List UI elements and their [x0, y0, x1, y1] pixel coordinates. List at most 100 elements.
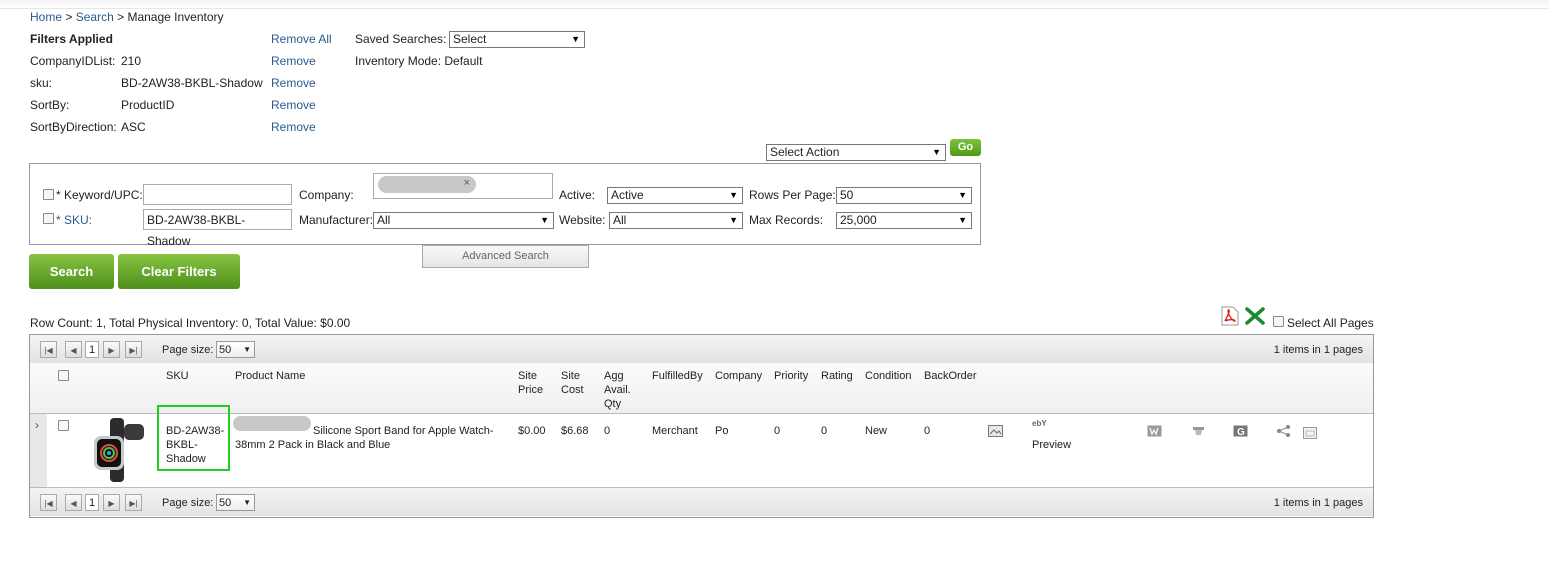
column-header-priority[interactable]: Priority	[774, 369, 808, 383]
select-all-checkbox[interactable]	[58, 370, 69, 381]
cart-icon[interactable]	[1191, 425, 1206, 437]
last-page-icon[interactable]: ▶|	[125, 341, 142, 358]
product-image[interactable]	[88, 418, 148, 482]
column-header-sku[interactable]: SKU	[166, 369, 189, 383]
remove-filter-link[interactable]: Remove	[271, 120, 316, 134]
column-header-site-price[interactable]: Site Price	[518, 369, 552, 397]
clear-filters-button[interactable]: Clear Filters	[118, 254, 240, 289]
ebay-icon[interactable]: ebY	[1032, 419, 1047, 428]
filter-label: SortByDirection:	[30, 120, 117, 134]
remove-all-link[interactable]: Remove All	[271, 32, 332, 46]
filter-value: ProductID	[121, 98, 175, 112]
company-multiselect[interactable]: ×	[373, 173, 553, 199]
share-icon[interactable]	[1276, 425, 1291, 437]
max-records-label: Max Records:	[749, 213, 824, 227]
saved-searches-label: Saved Searches:	[355, 32, 447, 46]
expand-row-icon[interactable]: ›	[35, 418, 39, 432]
manufacturer-value: All	[377, 213, 391, 227]
filters-title: Filters Applied	[30, 32, 113, 46]
select-all-pages-checkbox[interactable]	[1273, 316, 1284, 327]
website-select[interactable]: All ▼	[609, 212, 743, 229]
top-bar	[0, 0, 1549, 9]
breadcrumb-current: Manage Inventory	[127, 10, 224, 24]
excel-icon[interactable]	[1245, 306, 1265, 329]
column-header-fulfilled-by[interactable]: FulfilledBy	[652, 369, 703, 383]
breadcrumb-search[interactable]: Search	[76, 10, 114, 24]
advanced-search-button[interactable]: Advanced Search	[422, 245, 589, 268]
keyword-input[interactable]	[143, 184, 292, 205]
chevron-down-icon: ▼	[729, 190, 738, 200]
row-count-summary: Row Count: 1, Total Physical Inventory: …	[30, 316, 351, 330]
grid-header: SKU Product Name Site Price Site Cost Ag…	[30, 363, 1373, 414]
first-page-icon[interactable]: |◀	[40, 341, 57, 358]
column-header-company[interactable]: Company	[715, 369, 762, 383]
pager-info: 1 items in 1 pages	[1273, 497, 1363, 509]
max-records-select[interactable]: 25,000 ▼	[836, 212, 972, 229]
table-row: › BD-2AW38-BKBL-Shadow Silicone Sport Ba…	[30, 405, 1373, 488]
row-fulfilled-by: Merchant	[652, 425, 698, 437]
column-header-agg-qty[interactable]: Agg Avail. Qty	[604, 369, 634, 411]
store-icon[interactable]	[1147, 425, 1162, 437]
breadcrumb-home[interactable]: Home	[30, 10, 62, 24]
website-label: Website:	[559, 213, 606, 227]
filter-value: BD-2AW38-BKBL-Shadow	[121, 76, 263, 90]
column-header-backorder[interactable]: BackOrder	[924, 369, 977, 383]
row-agg-qty: 0	[604, 425, 611, 437]
column-header-condition[interactable]: Condition	[865, 369, 911, 383]
last-page-icon[interactable]: ▶|	[125, 494, 142, 511]
select-action-dropdown[interactable]: Select Action ▼	[766, 144, 946, 161]
manufacturer-label: Manufacturer:	[299, 213, 374, 227]
chevron-down-icon: ▼	[243, 345, 251, 354]
page-size-label: Page size:	[162, 497, 214, 509]
remove-filter-link[interactable]: Remove	[271, 98, 316, 112]
calendar-icon[interactable]	[1303, 427, 1318, 439]
sku-label-wrap: * SKU:	[56, 213, 92, 227]
max-records-value: 25,000	[840, 213, 877, 227]
page-number[interactable]: 1	[85, 341, 99, 358]
svg-text:G: G	[1237, 427, 1245, 437]
remove-filter-link[interactable]: Remove	[271, 76, 316, 90]
page-number[interactable]: 1	[85, 494, 99, 511]
google-icon[interactable]: G	[1233, 425, 1248, 438]
column-header-site-cost[interactable]: Site Cost	[561, 369, 591, 397]
keyword-checkbox[interactable]	[43, 189, 54, 200]
active-select[interactable]: Active ▼	[607, 187, 743, 204]
rows-per-page-label: Rows Per Page:	[749, 188, 836, 202]
row-product-name[interactable]: Silicone Sport Band for Apple Watch- 38m…	[235, 424, 505, 452]
image-icon[interactable]	[988, 425, 1003, 437]
row-condition: New	[865, 425, 888, 437]
sku-input[interactable]: BD-2AW38-BKBL-Shadow	[143, 209, 292, 248]
chevron-down-icon: ▼	[958, 190, 967, 200]
prev-page-icon[interactable]: ◀	[65, 494, 82, 511]
chevron-down-icon: ▼	[243, 498, 251, 507]
row-backorder: 0	[924, 425, 931, 437]
manufacturer-select[interactable]: All ▼	[373, 212, 554, 229]
sku-checkbox[interactable]	[43, 213, 54, 224]
page-size-select[interactable]: 50 ▼	[216, 341, 255, 358]
next-page-icon[interactable]: ▶	[103, 341, 120, 358]
search-button[interactable]: Search	[29, 254, 114, 289]
chevron-down-icon: ▼	[932, 147, 941, 157]
website-value: All	[613, 213, 627, 227]
active-label: Active:	[559, 188, 596, 202]
filter-label: CompanyIDList:	[30, 54, 116, 68]
page-size-value: 50	[219, 344, 232, 356]
column-header-product-name[interactable]: Product Name	[235, 369, 305, 383]
next-page-icon[interactable]: ▶	[103, 494, 120, 511]
row-checkbox[interactable]	[58, 420, 69, 431]
preview-link[interactable]: Preview	[1032, 438, 1071, 452]
filter-label: sku:	[30, 76, 53, 90]
rows-per-page-select[interactable]: 50 ▼	[836, 187, 972, 204]
expand-column: ›	[30, 414, 47, 487]
remove-filter-link[interactable]: Remove	[271, 54, 316, 68]
pdf-icon[interactable]	[1219, 305, 1241, 330]
saved-searches-value: Select	[453, 32, 487, 46]
page-size-select[interactable]: 50 ▼	[216, 494, 255, 511]
saved-searches-select[interactable]: Select ▼	[449, 31, 585, 48]
column-header-rating[interactable]: Rating	[821, 369, 853, 383]
first-page-icon[interactable]: |◀	[40, 494, 57, 511]
go-button[interactable]: Go	[950, 139, 981, 156]
row-rating: 0	[821, 425, 828, 437]
prev-page-icon[interactable]: ◀	[65, 341, 82, 358]
close-icon[interactable]: ×	[464, 177, 470, 189]
